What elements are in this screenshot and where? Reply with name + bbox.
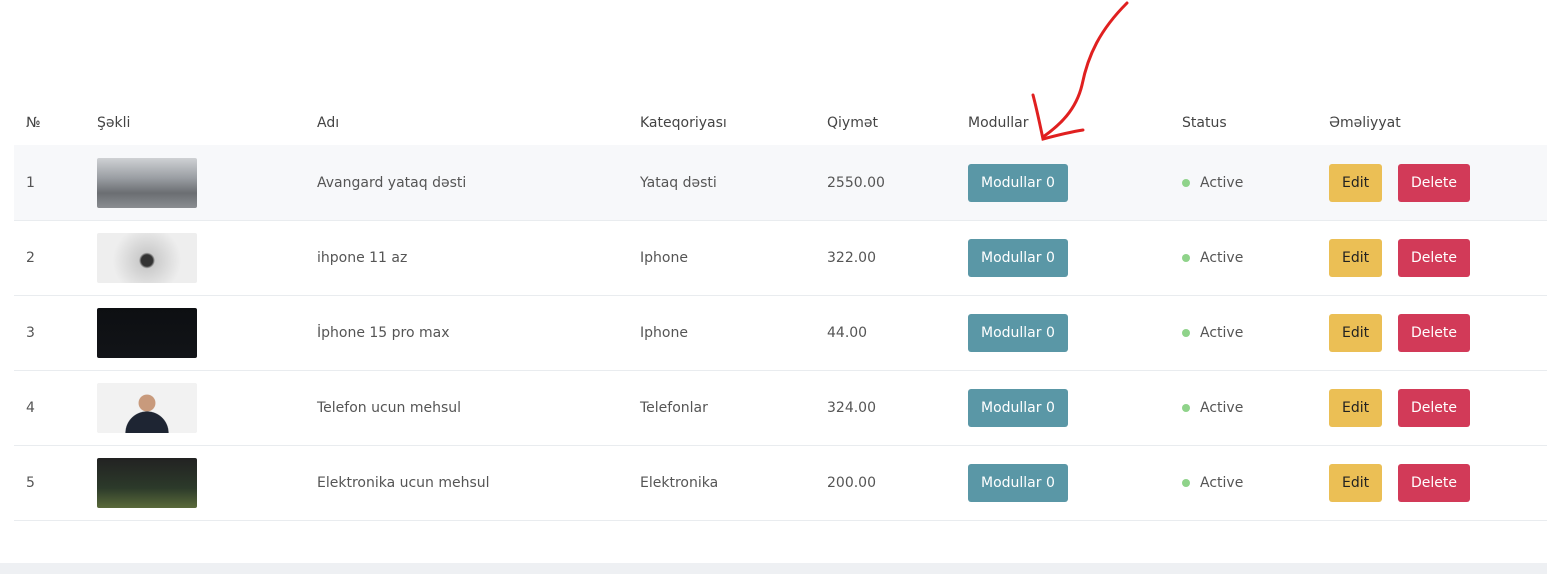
annotation-arrow-icon — [1031, 1, 1129, 141]
footer-bar — [0, 563, 1547, 574]
